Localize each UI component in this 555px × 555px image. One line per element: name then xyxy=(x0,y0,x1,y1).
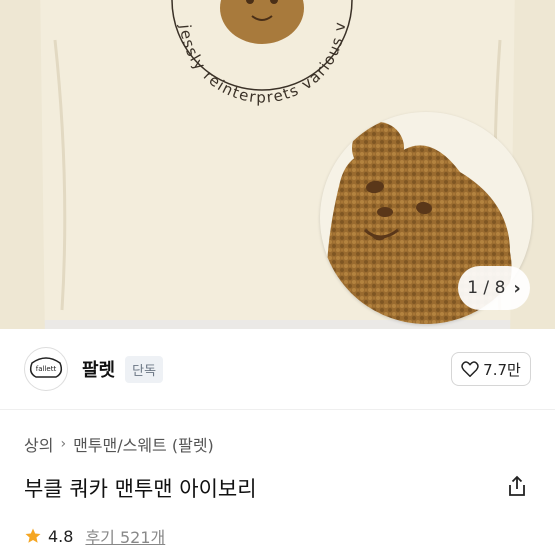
pager-separator: / xyxy=(483,278,490,298)
seller-row[interactable]: fallett 팔렛 단독 7.7만 xyxy=(0,340,555,398)
pager-total: 8 xyxy=(494,278,506,298)
chevron-right-icon[interactable]: › xyxy=(513,278,520,299)
chevron-right-icon: › xyxy=(60,436,67,452)
image-pager[interactable]: 1 / 8 › xyxy=(458,266,530,310)
like-count: 7.7만 xyxy=(483,360,521,379)
divider xyxy=(0,409,555,410)
seller-logo[interactable]: fallett xyxy=(24,347,68,391)
breadcrumb-item-sweatshirt[interactable]: 맨투맨/스웨트 (팔렛) xyxy=(73,432,214,456)
seller-logo-text: fallett xyxy=(36,365,57,373)
heart-icon xyxy=(461,361,479,377)
product-image-gallery[interactable]: jessly reinterprets various visual xyxy=(0,0,555,329)
star-icon xyxy=(25,528,41,543)
exclusive-badge: 단독 xyxy=(125,355,164,383)
review-count-link[interactable]: 후기 521개 xyxy=(85,524,165,548)
seller-name[interactable]: 팔렛 xyxy=(82,356,115,382)
breadcrumb: 상의 › 맨투맨/스웨트 (팔렛) xyxy=(24,432,214,456)
rating-score: 4.8 xyxy=(48,526,74,546)
share-icon[interactable] xyxy=(505,474,529,498)
rating-row: 4.8 후기 521개 xyxy=(24,524,165,548)
product-title: 부클 쿼카 맨투맨 아이보리 xyxy=(24,477,257,501)
pager-current: 1 xyxy=(467,278,479,298)
breadcrumb-item-top[interactable]: 상의 xyxy=(24,432,53,456)
like-button[interactable]: 7.7만 xyxy=(451,352,531,386)
